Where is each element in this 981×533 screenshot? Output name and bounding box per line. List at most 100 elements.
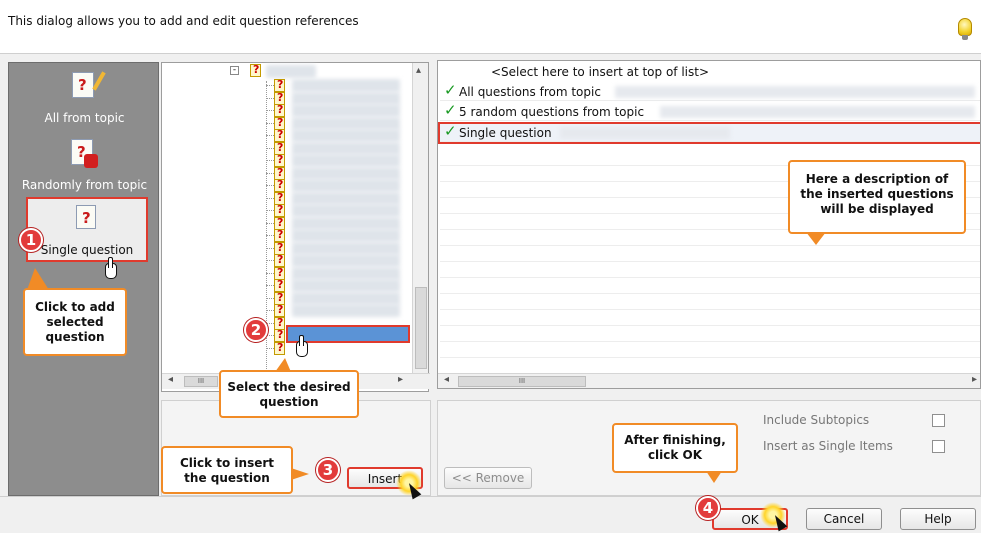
scroll-right-arrow-icon[interactable]: ▸ <box>972 374 977 385</box>
tree-connector <box>266 210 274 211</box>
include-subtopics-checkbox[interactable] <box>932 414 945 427</box>
tree-connector <box>266 260 274 261</box>
tree-connector <box>266 247 274 249</box>
tree-connector <box>266 110 274 111</box>
callout-insert-question: Click to insert the question <box>161 446 309 494</box>
reference-row[interactable]: ✓ All questions from topic <box>440 81 980 101</box>
all-from-topic-item[interactable]: All from topic <box>9 63 160 133</box>
tree-connector <box>266 272 274 274</box>
question-node-name[interactable] <box>292 216 400 230</box>
hand-cursor-icon <box>105 257 117 279</box>
topic-node-icon <box>250 63 261 77</box>
scroll-right-arrow-icon[interactable]: ▸ <box>398 374 403 385</box>
question-node-name[interactable] <box>292 79 400 92</box>
callout-description-area: Here a description of the inserted quest… <box>788 160 966 245</box>
include-subtopics-label: Include Subtopics <box>763 413 870 427</box>
tree-connector <box>266 197 274 199</box>
question-doc-icon <box>72 72 94 98</box>
tree-connector <box>266 347 274 349</box>
question-node-name[interactable] <box>292 266 400 280</box>
remove-button[interactable]: << Remove <box>444 467 532 489</box>
tree-connector <box>266 160 274 161</box>
tree-connector <box>266 147 274 149</box>
tree-vertical-thumb[interactable] <box>415 287 427 369</box>
list-horizontal-scrollbar[interactable]: ◂ III ▸ <box>438 373 980 388</box>
scroll-left-arrow-icon[interactable]: ◂ <box>168 374 173 385</box>
question-node-name[interactable] <box>292 304 400 317</box>
randomly-from-topic-item[interactable]: Randomly from topic <box>9 133 160 197</box>
question-node-name[interactable] <box>292 279 400 292</box>
tree-connector <box>266 97 274 99</box>
list-horizontal-thumb[interactable]: III <box>458 376 586 387</box>
question-node-name[interactable] <box>292 91 400 105</box>
tree-connector <box>266 85 274 86</box>
question-node-name[interactable] <box>292 241 400 255</box>
dialog-header: This dialog allows you to add and edit q… <box>0 0 981 54</box>
help-button[interactable]: Help <box>900 508 976 530</box>
question-node-name[interactable] <box>292 129 400 142</box>
tree-connector <box>266 135 274 136</box>
tree-connector <box>266 222 274 224</box>
all-from-topic-label: All from topic <box>44 111 125 125</box>
dialog-footer: OK Cancel Help <box>0 496 981 533</box>
insert-top-label: <Select here to insert at top of list> <box>490 65 710 79</box>
random-dice-icon <box>71 139 98 168</box>
tree-connector <box>266 185 274 186</box>
single-question-label: Single question <box>40 243 134 257</box>
question-node-name[interactable] <box>292 179 400 192</box>
insert-single-items-label: Insert as Single Items <box>763 439 893 453</box>
cancel-button[interactable]: Cancel <box>806 508 882 530</box>
question-node-name[interactable] <box>292 191 400 205</box>
dialog-description: This dialog allows you to add and edit q… <box>8 14 359 28</box>
reference-row-label: All questions from topic <box>459 85 601 99</box>
insert-top-row[interactable]: <Select here to insert at top of list> <box>440 63 980 82</box>
single-question-item[interactable]: Single question <box>26 197 148 262</box>
question-node-name[interactable] <box>292 166 400 180</box>
tree-vertical-scrollbar[interactable]: ▴ <box>412 63 428 373</box>
empty-row <box>440 245 980 246</box>
tree-connector <box>266 285 274 286</box>
step-2-badge: 2 <box>244 318 268 342</box>
step-3-badge: 3 <box>316 458 340 482</box>
step-4-badge: 4 <box>696 496 720 520</box>
question-node-name[interactable] <box>292 291 400 305</box>
question-page-icon <box>76 205 96 229</box>
empty-row <box>440 325 980 326</box>
tree-connector <box>266 335 274 336</box>
question-node-name[interactable] <box>292 229 400 242</box>
callout-add-question: Click to add selected question <box>23 268 127 356</box>
question-node-name[interactable] <box>292 104 400 117</box>
tree-connector <box>266 322 274 324</box>
reference-row-details <box>615 86 975 98</box>
tree-expander-icon[interactable]: - <box>230 66 239 75</box>
question-reference-dialog: This dialog allows you to add and edit q… <box>0 0 981 533</box>
empty-row <box>440 261 980 262</box>
scroll-left-arrow-icon[interactable]: ◂ <box>444 374 449 385</box>
scroll-up-arrow-icon[interactable]: ▴ <box>416 65 421 76</box>
tree-connector <box>266 235 274 236</box>
question-node-name[interactable] <box>292 204 400 217</box>
callout-select-question: Select the desired question <box>219 358 359 418</box>
question-node-name[interactable] <box>292 141 400 155</box>
tree-horizontal-thumb[interactable]: III <box>184 376 218 387</box>
empty-row <box>440 341 980 342</box>
reference-row-label: 5 random questions from topic <box>459 105 645 119</box>
question-tree[interactable]: - ▴ ◂ III ▸ <box>161 62 430 392</box>
insert-single-items-checkbox[interactable] <box>932 440 945 453</box>
empty-row <box>440 357 980 358</box>
callout-click-ok: After finishing, click OK <box>612 423 738 483</box>
question-node-name[interactable] <box>292 254 400 267</box>
tree-connector <box>266 310 274 311</box>
lightbulb-icon[interactable] <box>958 18 972 40</box>
selected-reference-highlight <box>438 122 980 144</box>
reference-row-details <box>660 106 975 118</box>
hand-cursor-icon <box>296 335 308 357</box>
question-node-name[interactable] <box>292 116 400 130</box>
question-node-name[interactable] <box>292 154 400 167</box>
topic-node-name <box>266 65 316 78</box>
tree-connector <box>266 297 274 299</box>
reference-row[interactable]: ✓ 5 random questions from topic <box>440 101 980 121</box>
checkmark-icon: ✓ <box>444 101 457 119</box>
empty-row <box>440 293 980 294</box>
question-node-icon[interactable] <box>274 341 285 355</box>
